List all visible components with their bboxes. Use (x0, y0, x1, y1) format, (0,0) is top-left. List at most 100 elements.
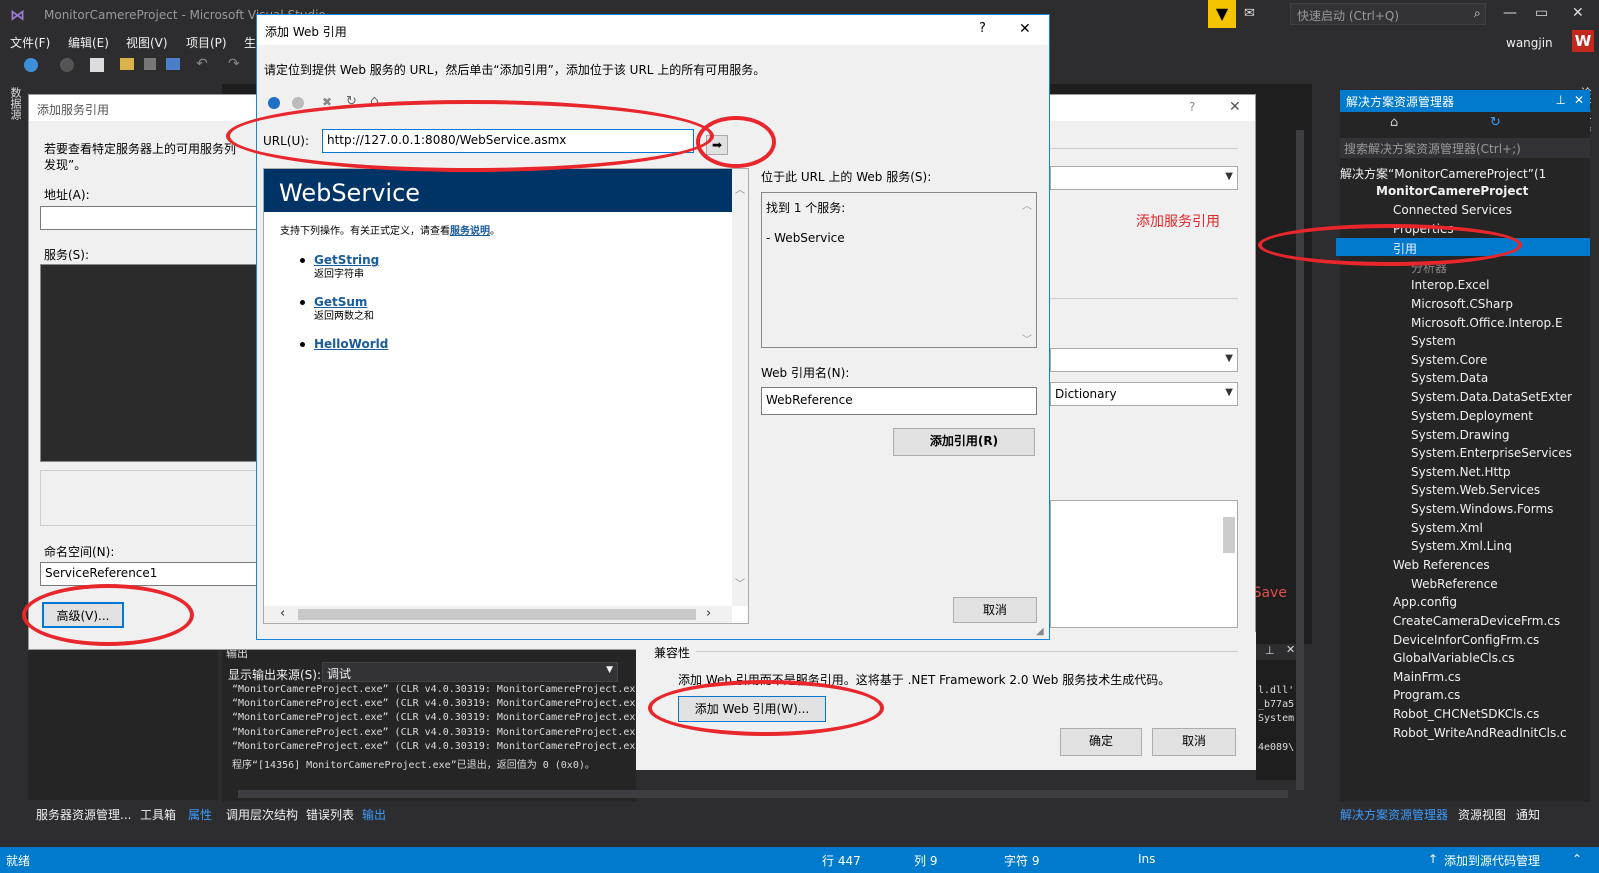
output-hscrollbar[interactable] (238, 790, 1288, 798)
tree-item[interactable]: System.Windows.Forms (1411, 502, 1553, 516)
web-ref-cancel-button[interactable]: 取消 (953, 597, 1037, 623)
pin-icon[interactable]: ⊥ (1556, 93, 1566, 107)
minimize-icon[interactable]: — (1503, 5, 1517, 21)
left-vertical-tab[interactable]: 数据源 (4, 84, 26, 144)
tab-server-explorer[interactable]: 服务器资源管理... (36, 806, 131, 823)
tree-item[interactable]: Microsoft.CSharp (1411, 297, 1513, 311)
close-window-icon[interactable]: ✕ (1572, 5, 1584, 21)
pin-icon[interactable]: ⊥ (1265, 644, 1275, 657)
address-label: 地址(A): (44, 188, 90, 202)
list-scrollbar[interactable] (1223, 517, 1235, 553)
service-ref-list[interactable] (1050, 500, 1238, 628)
tab-properties[interactable]: 属性 (188, 806, 212, 823)
service-description-link[interactable]: 服务说明 (450, 226, 490, 237)
ws-title: WebService (279, 179, 421, 207)
dictionary-select[interactable]: Dictionary ▼ (1050, 382, 1238, 406)
output-line: “MonitorCamereProject.exe” (CLR v4.0.303… (232, 741, 642, 752)
close-icon[interactable]: ✕ (1019, 21, 1031, 37)
close-output-icon[interactable]: ✕ (1286, 643, 1295, 656)
undo-icon[interactable]: ↶ (196, 56, 208, 72)
tab-solution-explorer[interactable]: 解决方案资源管理器 (1340, 806, 1448, 823)
menu-project[interactable]: 项目(P) (186, 34, 227, 51)
operation-link[interactable]: HelloWorld (314, 337, 388, 351)
tree-item[interactable]: Robot_WriteAndReadInitCls.c (1393, 726, 1567, 740)
namespace-input[interactable]: ServiceReference1 (40, 562, 258, 586)
tree-item[interactable]: Microsoft.Office.Interop.E (1411, 316, 1563, 330)
help-icon[interactable]: ? (979, 21, 986, 36)
tab-notifications[interactable]: 通知 (1516, 806, 1540, 823)
tab-output[interactable]: 输出 (362, 806, 386, 823)
tree-item[interactable]: System.EnterpriseServices (1411, 446, 1572, 460)
tree-item[interactable]: System.Drawing (1411, 428, 1509, 442)
redo-icon[interactable]: ↷ (228, 56, 240, 72)
tab-call-hierarchy[interactable]: 调用层次结构 (226, 806, 298, 823)
ref-name-input[interactable]: WebReference (761, 387, 1037, 415)
tree-solution[interactable]: 解决方案“MonitorCamereProject”(1 (1340, 165, 1546, 182)
add-reference-button[interactable]: 添加引用(R) (893, 428, 1035, 456)
back-icon[interactable] (24, 58, 38, 72)
quick-launch-input[interactable]: 快速启动 (Ctrl+Q) (1290, 3, 1486, 25)
cancel-button[interactable]: 取消 (1152, 728, 1236, 756)
menu-more[interactable]: 生 (244, 34, 256, 51)
tree-item[interactable]: DeviceInforConfigFrm.cs (1393, 633, 1539, 647)
refresh-icon[interactable]: ↻ (1490, 115, 1501, 130)
tree-item[interactable]: Program.cs (1393, 688, 1460, 702)
menu-edit[interactable]: 编辑(E) (68, 34, 109, 51)
user-name[interactable]: wangjin (1506, 36, 1553, 50)
resize-grip-icon[interactable]: ◢ (1036, 626, 1044, 637)
tree-item[interactable]: Web References (1393, 558, 1490, 572)
solution-search-input[interactable]: 搜索解决方案资源管理器(Ctrl+;) (1340, 138, 1590, 158)
tree-item[interactable]: CreateCameraDeviceFrm.cs (1393, 614, 1560, 628)
tree-item[interactable]: System.Core (1411, 353, 1487, 367)
web-services-label: 位于此 URL 上的 Web 服务(S): (761, 170, 932, 184)
service-ref-select-1[interactable]: ▼ (1050, 166, 1238, 190)
forward-icon[interactable] (292, 97, 304, 109)
chevron-down-icon: ﹀ (1022, 335, 1032, 346)
tree-item[interactable]: Robot_CHCNetSDKCls.cs (1393, 707, 1539, 721)
tree-item[interactable]: System.Web.Services (1411, 483, 1540, 497)
output-source-select[interactable]: 调试 ▼ (322, 662, 618, 682)
open-folder-icon[interactable] (120, 58, 134, 70)
tree-item[interactable]: System (1411, 334, 1456, 348)
feedback-icon[interactable]: ✉ (1244, 6, 1255, 21)
tab-error-list[interactable]: 错误列表 (306, 806, 354, 823)
tree-item[interactable]: System.Xml.Linq (1411, 539, 1512, 553)
tree-project[interactable]: MonitorCamereProject (1376, 184, 1528, 198)
source-control-button[interactable]: 添加到源代码管理 (1444, 852, 1540, 869)
filter-icon[interactable]: ▼ (1208, 0, 1236, 28)
service-ref-select-2[interactable]: ▼ (1050, 348, 1238, 372)
close-icon[interactable]: ✕ (1229, 99, 1241, 115)
maximize-icon[interactable]: ▭ (1535, 5, 1548, 21)
close-icon[interactable]: ✕ (1574, 93, 1584, 107)
new-project-icon[interactable] (90, 58, 104, 72)
tree-item[interactable]: Connected Services (1393, 203, 1512, 217)
hscroll-thumb[interactable] (298, 609, 696, 620)
browser-hscrollbar[interactable]: ‹ › (264, 606, 732, 623)
address-input[interactable] (40, 206, 258, 230)
save-all-icon[interactable] (166, 58, 180, 70)
tree-item[interactable]: System.Net.Http (1411, 465, 1511, 479)
menu-file[interactable]: 文件(F) (10, 34, 50, 51)
forward-icon[interactable] (60, 58, 74, 72)
tree-item[interactable]: MainFrm.cs (1393, 670, 1461, 684)
back-icon[interactable] (268, 97, 280, 109)
home-icon[interactable]: ⌂ (1390, 115, 1398, 130)
services-list[interactable] (40, 264, 258, 462)
help-icon[interactable]: ? (1189, 100, 1195, 114)
tree-item[interactable]: GlobalVariableCls.cs (1393, 651, 1515, 665)
tree-item[interactable]: System.Data.DataSetExter (1411, 390, 1572, 404)
user-avatar[interactable]: W (1572, 30, 1594, 52)
tab-toolbox[interactable]: 工具箱 (140, 806, 176, 823)
tree-item[interactable]: System.Xml (1411, 521, 1483, 535)
tree-item[interactable]: WebReference (1411, 577, 1498, 591)
browser-vscrollbar[interactable]: ︿ ﹀ (732, 169, 748, 606)
search-icon[interactable]: ⌕ (1474, 6, 1481, 21)
tree-item[interactable]: App.config (1393, 595, 1457, 609)
tree-item[interactable]: Interop.Excel (1411, 278, 1489, 292)
tree-item[interactable]: System.Deployment (1411, 409, 1533, 423)
save-icon[interactable] (144, 58, 156, 70)
ok-button[interactable]: 确定 (1060, 728, 1142, 756)
tree-item[interactable]: System.Data (1411, 371, 1488, 385)
menu-view[interactable]: 视图(V) (126, 34, 168, 51)
tab-resource-view[interactable]: 资源视图 (1458, 806, 1506, 823)
